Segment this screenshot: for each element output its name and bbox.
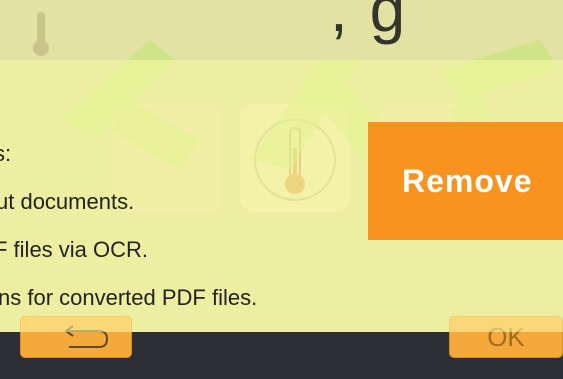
remove-button[interactable]: Remove — [368, 122, 563, 240]
feature-line: ns for converted PDF files. — [0, 285, 258, 310]
screen: , g OK s: u — [0, 0, 563, 379]
feature-line: ut documents. — [0, 189, 135, 214]
app-header — [0, 0, 563, 60]
feature-list: s: ut documents. F files via OCR. ns for… — [0, 130, 257, 322]
feature-line: s: — [0, 141, 12, 166]
app-title: , g — [330, 0, 408, 45]
thermometer-icon — [33, 12, 49, 56]
feature-line: F files via OCR. — [0, 237, 149, 262]
